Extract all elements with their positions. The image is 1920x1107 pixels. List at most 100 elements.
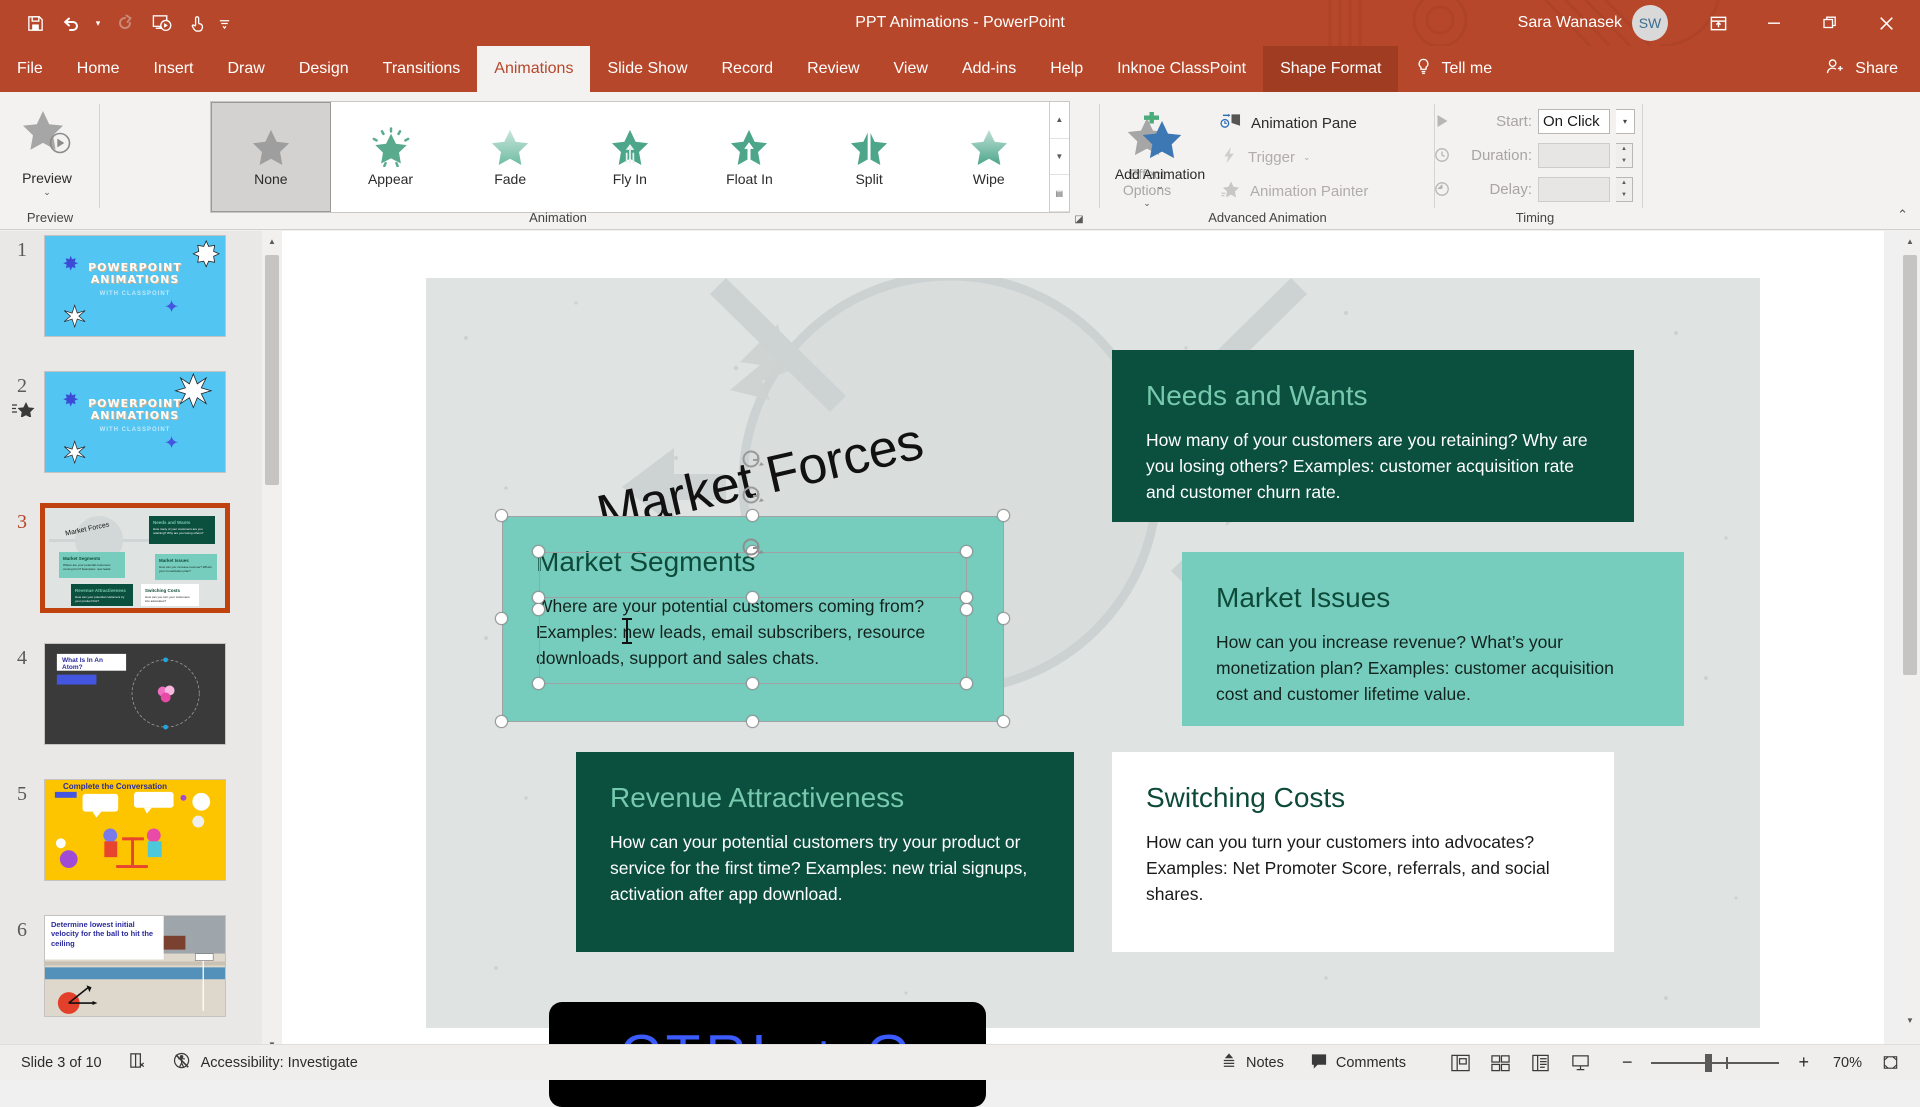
fit-slide-to-window-button[interactable]: [1870, 1045, 1910, 1081]
thumbnail-image[interactable]: Complete the Conversation: [44, 779, 226, 881]
animation-fly-in[interactable]: Fly In: [570, 102, 690, 212]
animation-dialog-launcher[interactable]: ◪: [1072, 212, 1086, 226]
close-icon[interactable]: [1858, 0, 1914, 46]
inner-resize-handle-sw[interactable]: [532, 677, 545, 690]
minimize-icon[interactable]: [1746, 0, 1802, 46]
slide-show-button[interactable]: [1561, 1045, 1601, 1081]
comments-button[interactable]: Comments: [1297, 1045, 1419, 1081]
start-presentation-icon[interactable]: [144, 7, 178, 39]
thumbnail-slide-3[interactable]: 3 Market Forces Needs and Wants How many…: [0, 507, 262, 609]
tab-animations[interactable]: Animations: [477, 46, 590, 92]
inner-resize-handle-se[interactable]: [960, 677, 973, 690]
tab-draw[interactable]: Draw: [210, 46, 281, 92]
tab-transitions[interactable]: Transitions: [366, 46, 478, 92]
thumbnail-image[interactable]: Market Forces Needs and Wants How many o…: [44, 507, 226, 609]
inner-resize-handle-nw[interactable]: [532, 545, 545, 558]
zoom-in-button[interactable]: +: [1791, 1052, 1816, 1073]
scroll-up-icon[interactable]: ▲: [1900, 231, 1920, 251]
scrollbar-thumb[interactable]: [1903, 255, 1917, 675]
zoom-out-button[interactable]: −: [1615, 1052, 1640, 1073]
card-market-issues[interactable]: Market Issues How can you increase reven…: [1182, 552, 1684, 726]
resize-handle-se[interactable]: [997, 715, 1010, 728]
collapse-ribbon-icon[interactable]: ⌃: [1897, 207, 1908, 223]
thumbnail-slide-4[interactable]: 4 What Is In An Atom?: [0, 643, 262, 745]
animation-fade[interactable]: Fade: [450, 102, 570, 212]
gallery-scroll-up-icon[interactable]: ▲: [1050, 102, 1069, 139]
undo-icon[interactable]: [54, 7, 88, 39]
rotate-handle-textbox[interactable]: [740, 534, 766, 560]
reading-view-button[interactable]: [1521, 1045, 1561, 1081]
avatar[interactable]: SW: [1632, 5, 1668, 41]
trigger-button[interactable]: Trigger ⌄: [1218, 140, 1418, 174]
slide-canvas[interactable]: Market Forces Needs and Wants How many o…: [426, 278, 1760, 1028]
tab-file[interactable]: File: [0, 46, 60, 92]
touch-mode-icon[interactable]: [180, 7, 214, 39]
undo-dropdown-icon[interactable]: ▾: [90, 7, 106, 39]
tell-me-search[interactable]: Tell me: [1398, 46, 1508, 92]
scrollbar-thumb[interactable]: [265, 255, 279, 485]
rotate-handle-outer[interactable]: [740, 446, 766, 472]
tab-help[interactable]: Help: [1033, 46, 1100, 92]
tab-record[interactable]: Record: [705, 46, 791, 92]
thumbnail-image[interactable]: What Is In An Atom?: [44, 643, 226, 745]
preview-button[interactable]: Preview ⌄: [8, 100, 86, 212]
animation-painter-button[interactable]: Animation Painter: [1218, 174, 1418, 208]
card-needs-and-wants[interactable]: Needs and Wants How many of your custome…: [1112, 350, 1634, 522]
thumbnail-slide-6[interactable]: 6 Determine lowest initial velocity for …: [0, 915, 262, 1017]
account-name[interactable]: Sara Wanasek: [1518, 14, 1622, 32]
duration-value[interactable]: [1538, 143, 1610, 168]
delay-stepper[interactable]: ▲▼: [1616, 177, 1633, 202]
zoom-level[interactable]: 70%: [1816, 1055, 1862, 1071]
inner-resize-handle-s2[interactable]: [746, 591, 759, 604]
resize-handle-nw[interactable]: [495, 509, 508, 522]
resize-handle-ne[interactable]: [997, 509, 1010, 522]
add-animation-button[interactable]: Add Animation ⌄: [1114, 102, 1206, 212]
resize-handle-s[interactable]: [746, 715, 759, 728]
accessibility-button[interactable]: Accessibility: Investigate: [160, 1045, 371, 1081]
tab-design[interactable]: Design: [282, 46, 366, 92]
gallery-scrollbar[interactable]: ▲ ▼ ▤: [1049, 102, 1069, 212]
share-button[interactable]: Share: [1815, 46, 1920, 92]
thumbnail-image[interactable]: POWERPOINT ANIMATIONS WITH CLASSPOINT: [44, 371, 226, 473]
animation-gallery[interactable]: None Appear Fade: [210, 101, 1070, 213]
start-dropdown-icon[interactable]: ▾: [1616, 109, 1635, 134]
duration-stepper[interactable]: ▲▼: [1616, 143, 1633, 168]
tab-add-ins[interactable]: Add-ins: [945, 46, 1033, 92]
tab-home[interactable]: Home: [60, 46, 137, 92]
animation-pane-button[interactable]: Animation Pane: [1218, 106, 1418, 140]
slide-sorter-button[interactable]: [1481, 1045, 1521, 1081]
tab-slide-show[interactable]: Slide Show: [590, 46, 704, 92]
spelling-button[interactable]: [115, 1045, 160, 1081]
inner-resize-handle-ne[interactable]: [960, 545, 973, 558]
gallery-scroll-down-icon[interactable]: ▼: [1050, 139, 1069, 176]
thumbnail-animation-indicator-icon[interactable]: [12, 401, 38, 420]
animation-appear[interactable]: Appear: [331, 102, 451, 212]
tab-inknoe-classpoint[interactable]: Inknoe ClassPoint: [1100, 46, 1263, 92]
delay-value[interactable]: [1538, 177, 1610, 202]
save-icon[interactable]: [18, 7, 52, 39]
notes-button[interactable]: Notes: [1207, 1045, 1297, 1081]
restore-icon[interactable]: [1802, 0, 1858, 46]
slide-thumbnail-pane[interactable]: 1 POWERPOINT ANIMATIONS WITH CLASSPOINT …: [0, 231, 262, 1054]
animation-wipe[interactable]: Wipe: [929, 102, 1049, 212]
thumbnail-slide-2[interactable]: 2 POWERPOINT ANIMATIONS WITH CLASSPOINT: [0, 371, 262, 473]
card-switching-costs[interactable]: Switching Costs How can you turn your cu…: [1112, 752, 1614, 952]
customize-qat-icon[interactable]: [216, 7, 232, 39]
redo-icon[interactable]: [108, 7, 142, 39]
slide-counter[interactable]: Slide 3 of 10: [8, 1045, 115, 1081]
gallery-more-icon[interactable]: ▤: [1050, 175, 1069, 212]
tab-view[interactable]: View: [877, 46, 945, 92]
zoom-slider-thumb[interactable]: [1705, 1054, 1712, 1072]
scroll-down-icon[interactable]: ▼: [1900, 1010, 1920, 1030]
start-value[interactable]: On Click: [1538, 109, 1610, 134]
thumbnail-image[interactable]: Determine lowest initial velocity for th…: [44, 915, 226, 1017]
resize-handle-e[interactable]: [997, 612, 1010, 625]
inner2-resize-handle-nw[interactable]: [532, 603, 545, 616]
resize-handle-sw[interactable]: [495, 715, 508, 728]
resize-handle-n[interactable]: [746, 509, 759, 522]
resize-handle-w[interactable]: [495, 612, 508, 625]
zoom-slider[interactable]: [1651, 1062, 1779, 1064]
thumbnail-slide-5[interactable]: 5 Complete the Conversation: [0, 779, 262, 881]
chevron-down-icon[interactable]: ⌄: [43, 187, 51, 198]
inner2-resize-handle-ne[interactable]: [960, 603, 973, 616]
